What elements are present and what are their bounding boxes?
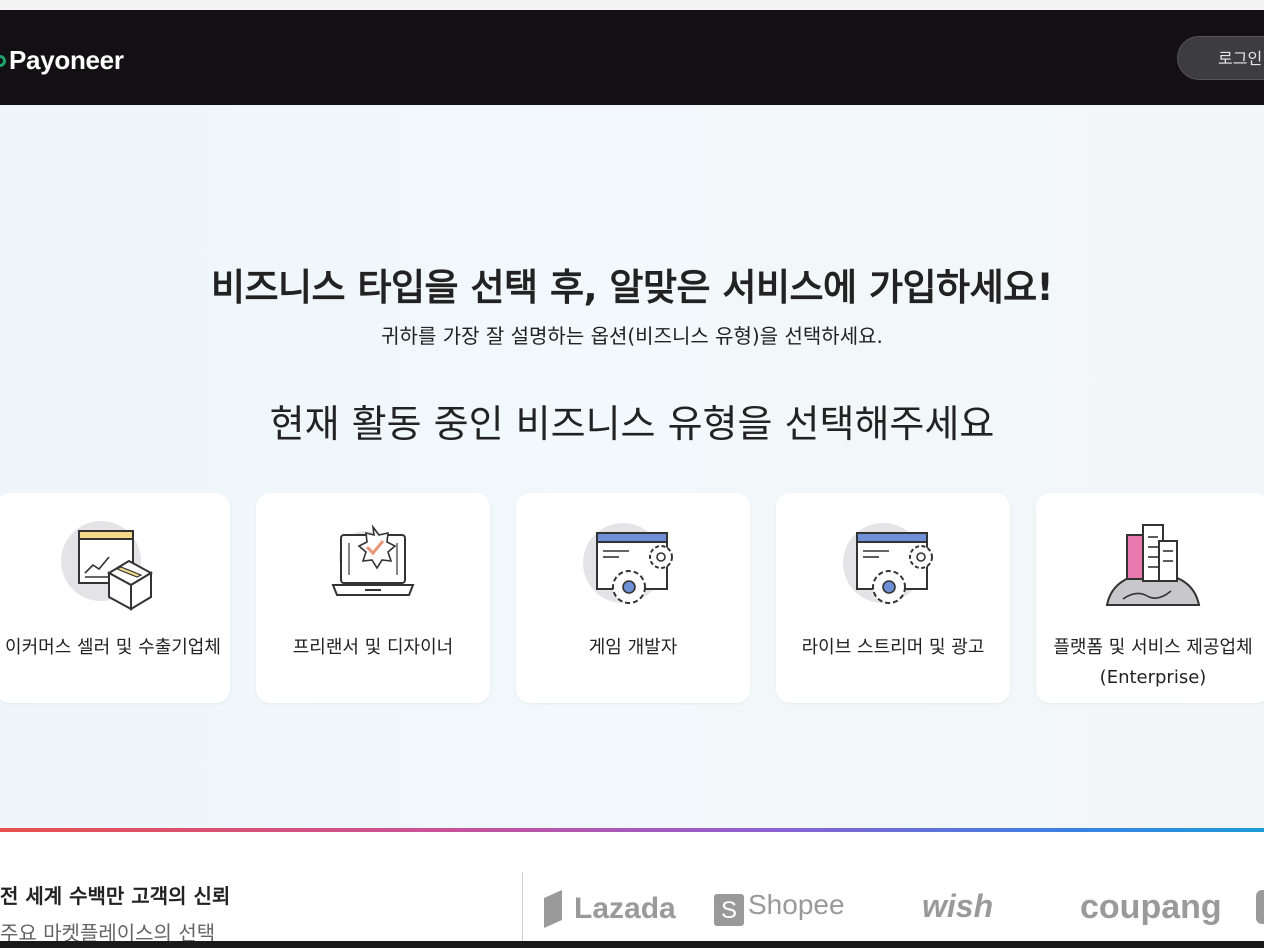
window-gears-icon — [843, 523, 933, 604]
laptop-badge-icon — [331, 524, 415, 596]
card-enterprise[interactable]: 플랫폼 및 서비스 제공업체(Enterprise) — [1036, 493, 1264, 703]
card-ecommerce-seller[interactable]: 이커머스 셀러 및 수출기업체 — [0, 493, 230, 703]
card-live-streamer[interactable]: 라이브 스트리머 및 광고 — [776, 493, 1010, 703]
trust-title: 전 세계 수백만 고객의 신뢰 — [0, 884, 231, 908]
window-gears-icon — [583, 523, 673, 604]
page-subtitle: 귀하를 가장 잘 설명하는 옵션(비즈니스 유형)을 선택하세요. — [381, 324, 883, 348]
card-label: 프리랜서 및 디자이너 — [292, 637, 454, 658]
page-title: 비즈니스 타입을 선택 후, 알맞은 서비스에 가입하세요! — [210, 266, 1054, 309]
card-label: 라이브 스트리머 및 광고 — [801, 637, 985, 658]
brand-coupang: coupang — [1080, 888, 1222, 927]
login-button[interactable]: 로그인 — [1177, 36, 1264, 80]
site-header: Payoneer 로그인 — [0, 10, 1264, 105]
trust-footer: 전 세계 수백만 고객의 신뢰 주요 마켓플레이스의 선택 Lazada S Sh… — [0, 832, 1264, 948]
brand-name: Shopee — [748, 889, 845, 920]
city-globe-icon — [1105, 524, 1201, 606]
payoneer-logo[interactable]: Payoneer — [0, 45, 124, 76]
card-freelancer[interactable]: 프리랜서 및 디자이너 — [256, 493, 490, 703]
card-game-developer[interactable]: 게임 개발자 — [516, 493, 750, 703]
brand-shopee: S Shopee — [714, 888, 845, 926]
card-label: 플랫폼 및 서비스 제공업체(Enterprise) — [1053, 637, 1253, 688]
brand-wish: wish — [922, 888, 993, 925]
brand-name: wish — [922, 888, 994, 924]
brand-name: coupang — [1080, 888, 1222, 926]
hero-section: 비즈니스 타입을 선택 후, 알맞은 서비스에 가입하세요! 귀하를 가장 잘 … — [0, 105, 1264, 828]
logo-text: Payoneer — [9, 45, 124, 75]
brand-lazada: Lazada — [542, 888, 676, 928]
card-label: 이커머스 셀러 및 수출기업체 — [5, 637, 221, 658]
brand-name: Lazada — [574, 892, 676, 925]
brand-partial-logo — [1256, 890, 1264, 924]
business-type-question: 현재 활동 중인 비즈니스 유형을 선택해주세요 — [269, 402, 995, 446]
card-label: 게임 개발자 — [588, 637, 678, 658]
shopee-bag-icon: S — [714, 894, 744, 926]
ecommerce-box-icon — [61, 521, 154, 611]
lazada-logo-icon — [544, 890, 562, 928]
bottom-edge — [0, 941, 1264, 948]
footer-divider — [522, 872, 523, 948]
logo-circle-icon — [0, 54, 6, 67]
